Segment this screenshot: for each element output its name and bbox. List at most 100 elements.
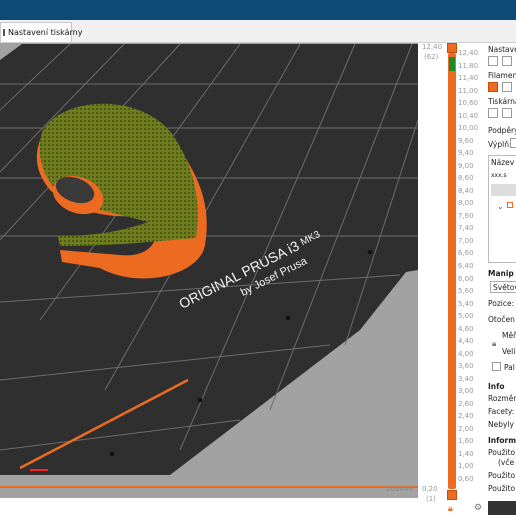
layer-tick-label: 7,00 <box>458 236 474 245</box>
object-list[interactable]: Název xxx.s ⌄ <box>488 155 516 263</box>
tab-printer-settings[interactable]: Nastavení tiskárny <box>0 22 82 42</box>
bottom-bar: ↶ <box>0 498 431 516</box>
layer-tick-label: 7,60 <box>458 211 474 220</box>
layer-tick-label: 3,60 <box>458 362 474 371</box>
layer-tick-label: 6,40 <box>458 262 474 270</box>
layer-top-thumb[interactable] <box>449 57 455 71</box>
layer-range-track[interactable] <box>448 53 456 489</box>
window-titlebar <box>0 0 516 20</box>
horizontal-slider-track[interactable] <box>0 486 418 488</box>
layer-tick-label: 1,00 <box>458 462 474 471</box>
layer-tick-label: 11,40 <box>458 74 479 83</box>
layer-top-index: (62) <box>424 53 439 61</box>
layer-tick-label: 10,60 <box>458 99 479 108</box>
layer-tick-label: 2,40 <box>458 412 474 421</box>
filament-lock-icon[interactable] <box>502 82 512 92</box>
used-filament-label: Použito <box>488 448 516 457</box>
object-list-selected-row[interactable] <box>491 184 516 196</box>
layer-tick-label: 8,60 <box>458 174 474 183</box>
scene-canvas: ORIGINAL PRUSA i3 MK3 by Josef Prusa <box>0 43 418 475</box>
lock-top-icon[interactable] <box>447 43 457 53</box>
used-filament-label-2: Použito <box>488 471 516 480</box>
coordinate-system-select[interactable]: Světov <box>490 281 516 293</box>
layer-tick-label: 4,60 <box>458 324 474 333</box>
right-sidebar: Nastaven Filament Tiskárna Podpěry Výplň… <box>486 43 516 516</box>
lock-icon[interactable]: 🔒︎ <box>448 504 453 514</box>
layer-tick-label: 5,40 <box>458 299 474 308</box>
layer-tick-label: 9,60 <box>458 136 474 145</box>
layer-tick-label: 6,60 <box>458 249 474 258</box>
print-settings-label: Nastaven <box>488 45 516 54</box>
printer-label: Tiskárna <box>488 97 516 106</box>
supports-label: Podpěry <box>488 126 516 135</box>
layer-tick-label: 6,00 <box>458 274 474 283</box>
layer-tick-label: 7,40 <box>458 224 474 233</box>
horizontal-move-slider[interactable]: 209649 <box>0 484 418 498</box>
layer-tick-label: 9,40 <box>458 149 474 158</box>
expand-chevron-icon[interactable]: ⌄ <box>497 202 504 211</box>
horizontal-slider-value: 209649 <box>386 485 413 493</box>
position-label: Pozice: <box>488 299 515 308</box>
printer-icon[interactable] <box>488 108 498 118</box>
layer-tick-label: 3,00 <box>458 387 474 396</box>
coordinate-system-value: Světov <box>493 283 516 292</box>
vertical-layer-slider[interactable]: 12,40 (62) 0,20 (1) 🔒︎ ⚙ 12,40 11,80 11,40… <box>418 43 486 516</box>
layer-tick-label: 5,00 <box>458 312 474 321</box>
layer-tick-label: 10,40 <box>458 111 479 120</box>
layer-bottom-thumb[interactable] <box>447 490 457 500</box>
bed-hole <box>197 397 203 403</box>
layer-tick-label: 1,60 <box>458 437 474 446</box>
layer-tick-label: 1,40 <box>458 449 474 458</box>
filament-label: Filament <box>488 71 516 80</box>
layer-tick-label: 2,00 <box>458 424 474 433</box>
layer-tick-label: 11,80 <box>458 61 479 70</box>
bed-hole <box>285 315 291 321</box>
layer-tick-label: 3,40 <box>458 374 474 383</box>
filament-color-swatch[interactable] <box>488 82 498 92</box>
scale-lock-icon[interactable]: 🔒︎ <box>492 339 496 349</box>
printer-settings-icon <box>3 29 5 36</box>
place-checkbox[interactable] <box>492 362 501 371</box>
slice-info-heading: Inform <box>488 436 516 445</box>
object-list-item[interactable]: xxx.s <box>491 172 507 179</box>
bed-hole <box>367 249 373 255</box>
layer-tick-label: 4,00 <box>458 349 474 358</box>
scale-label: Měř <box>502 331 516 340</box>
size-info-label: Rozměr <box>488 394 516 403</box>
layer-tick-label: 9,00 <box>458 161 474 170</box>
info-heading: Info <box>488 382 505 391</box>
place-label: Pal <box>504 363 515 372</box>
used-including-label: (vče <box>498 458 515 467</box>
layer-tick-label: 8,00 <box>458 199 474 208</box>
part-icon <box>507 202 513 208</box>
used-filament-label-3: Použito <box>488 484 516 493</box>
object-list-header: Název <box>491 158 515 167</box>
layer-bottom-value: 0,20 <box>422 485 438 493</box>
layer-tick-label: 12,40 <box>458 49 479 57</box>
manipulation-heading: Manip <box>488 269 514 278</box>
size-label: Veli <box>502 347 516 356</box>
rotation-label: Otočen <box>488 315 515 324</box>
layer-tick-label: 4,40 <box>458 337 474 346</box>
layer-tick-label: 0,60 <box>458 475 474 483</box>
layer-top-value: 12,40 <box>422 43 443 51</box>
layer-bottom-index: (1) <box>426 495 436 503</box>
layer-tick-label: 10,00 <box>458 124 479 133</box>
print-settings-lock-icon[interactable] <box>502 56 512 66</box>
layer-tick-label: 11,00 <box>458 86 479 95</box>
infill-label: Výplň: <box>488 140 512 149</box>
bed-hole <box>109 451 115 457</box>
errors-label: Nebyly <box>488 420 514 429</box>
infill-combo[interactable] <box>510 138 516 148</box>
facets-label: Facety: <box>488 407 515 416</box>
layer-tick-label: 5,60 <box>458 287 474 296</box>
printer-lock-icon[interactable] <box>502 108 512 118</box>
export-button[interactable] <box>488 501 516 515</box>
print-settings-gear-icon[interactable] <box>488 56 498 66</box>
tab-strip: Nastavení tiskárny <box>0 20 516 43</box>
layer-tick-label: 2,60 <box>458 399 474 408</box>
layer-tick-label: 8,40 <box>458 186 474 195</box>
tab-label: Nastavení tiskárny <box>8 28 83 37</box>
3d-viewport[interactable]: ORIGINAL PRUSA i3 MK3 by Josef Prusa <box>0 43 418 498</box>
settings-cog-icon[interactable]: ⚙ <box>474 503 482 513</box>
